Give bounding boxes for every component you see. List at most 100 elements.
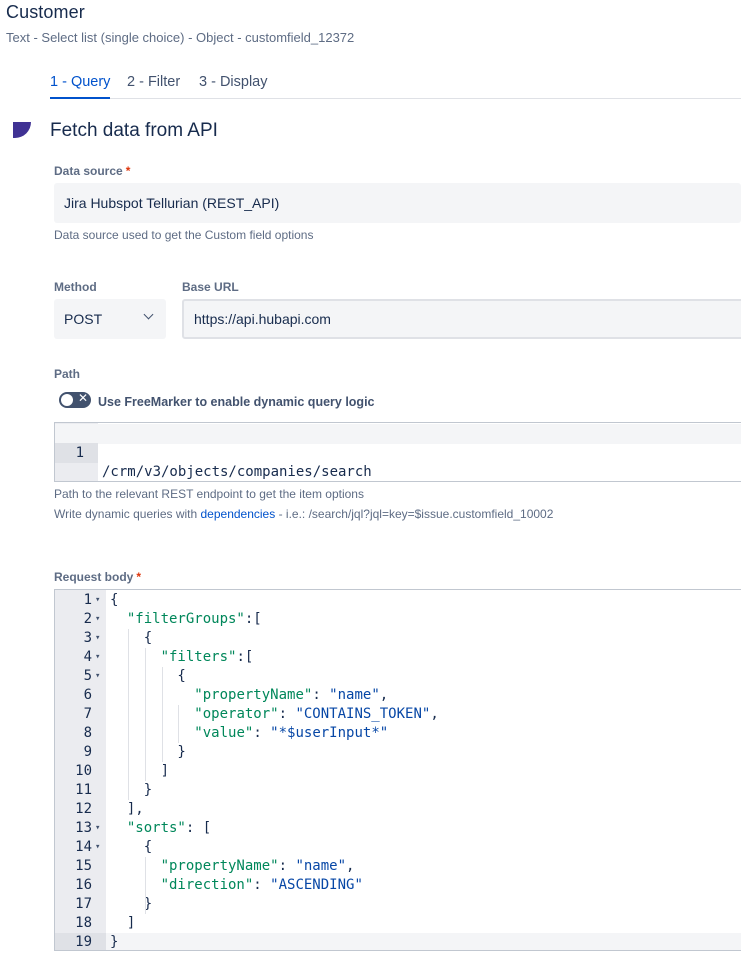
line-number: 9 [83,744,92,760]
method-select[interactable]: POST [54,299,166,339]
line-number: 16 [75,877,92,893]
code-line: 8 "value": "*$userInput*" [55,724,741,743]
indent-guide [127,629,129,800]
fold-arrow-icon[interactable]: ▾ [95,838,100,857]
required-mark: * [136,570,142,584]
code-line: 10 ] [55,762,741,781]
indent-guide [161,667,163,762]
fold-arrow-icon[interactable]: ▾ [95,667,100,686]
indent-guide [144,648,146,781]
base-url-input[interactable]: https://api.hubapi.com [182,299,741,339]
tab-query[interactable]: 1 - Query [50,74,111,99]
code-line: 9 } [55,743,741,762]
page-title: Customer [6,2,85,22]
dependencies-link[interactable]: dependencies [201,507,276,521]
code-text: "filterGroups":[ [126,611,262,627]
line-number: 17 [75,896,92,912]
request-body-label-text: Request body [54,570,134,584]
freemarker-toggle-label: Use FreeMarker to enable dynamic query l… [98,395,375,409]
line-number: 10 [75,763,92,779]
toggle-knob [61,394,73,406]
freemarker-toggle[interactable]: ✕ [59,391,91,408]
code-text: { [110,668,186,684]
fold-arrow-icon[interactable]: ▾ [95,648,100,667]
code-text: { [110,592,119,608]
base-url-label: Base URL [182,280,239,294]
request-body-editor[interactable]: 1 ▾{2 ▾ "filterGroups":[3 ▾ {4 ▾ "filters":[… [54,589,741,951]
required-mark: * [125,164,131,178]
code-text: "operator": "CONTAINS_TOKEN", [194,706,439,722]
fold-arrow-icon[interactable]: ▾ [95,819,100,838]
close-icon: ✕ [78,391,89,405]
code-text: ], [110,801,144,817]
code-line: 5 ▾ { [55,667,741,686]
base-url-value: https://api.hubapi.com [194,311,331,327]
fold-arrow-icon[interactable]: ▾ [95,629,100,648]
tab-filter[interactable]: 2 - Filter [127,74,180,99]
code-text: } [110,896,153,912]
chevron-down-icon [143,309,154,320]
data-source-value: Jira Hubspot Tellurian (REST_API) [64,195,280,211]
tab-display[interactable]: 3 - Display [199,74,268,99]
code-line: 17 } [55,895,741,914]
code-line: 12 ], [55,800,741,819]
code-line: 2 ▾ "filterGroups":[ [55,610,741,629]
code-text: "sorts": [ [126,820,212,836]
code-line: 16 "direction": "ASCENDING" [55,876,741,895]
data-source-help: Data source used to get the Custom field… [54,228,314,242]
code-line: 13 ▾ "sorts": [ [55,819,741,838]
data-source-label-text: Data source [54,164,123,178]
code-text: ] [110,915,136,931]
section-title: Fetch data from API [50,120,218,141]
path-editor[interactable]: 1 /crm/v3/objects/companies/search [54,422,741,482]
code-text: } [110,782,153,798]
code-text: "filters":[ [160,649,254,665]
code-text: "propertyName": "name", [194,687,389,703]
line-number: 7 [83,706,92,722]
code-text: "propertyName": "name", [160,858,355,874]
code-text: ] [110,763,170,779]
code-line: 1 ▾{ [55,591,741,610]
code-text: } [110,934,119,950]
indent-guide [178,705,180,743]
code-line: 7 "operator": "CONTAINS_TOKEN", [55,705,741,724]
code-text: "value": "*$userInput*" [194,725,389,741]
path-help: Path to the relevant REST endpoint to ge… [54,487,364,501]
method-label: Method [54,280,97,294]
method-value: POST [64,311,103,327]
code-line: 19} [55,933,741,950]
code-line: 18 ] [55,914,741,933]
path-line: 1 /crm/v3/objects/companies/search [55,424,741,480]
code-text: } [110,744,186,760]
help-suffix: - i.e.: /search/jql?jql=key=$issue.custo… [275,507,554,521]
code-line: 15 "propertyName": "name", [55,857,741,876]
page-subtitle: Text - Select list (single choice) - Obj… [6,30,355,45]
code-line: 14 ▾ { [55,838,741,857]
fold-arrow-icon[interactable]: ▾ [95,610,100,629]
request-body-label: Request body * [54,570,141,584]
section-marker-icon [13,122,31,138]
line-number: 18 [75,915,92,931]
path-help-dependencies: Write dynamic queries with dependencies … [54,507,553,521]
code-text: { [110,839,153,855]
code-text: "direction": "ASCENDING" [160,877,363,893]
code-line: 4 ▾ "filters":[ [55,648,741,667]
line-number: 15 [75,858,92,874]
path-line-number: 1 [55,443,98,463]
line-number: 11 [75,782,92,798]
code-text: { [110,630,153,646]
path-code: /crm/v3/objects/companies/search [102,464,372,480]
code-line: 6 "propertyName": "name", [55,686,741,705]
help-prefix: Write dynamic queries with [54,507,201,521]
data-source-label: Data source * [54,164,130,178]
line-number: 12 [75,801,92,817]
code-line: 3 ▾ { [55,629,741,648]
code-line: 11 } [55,781,741,800]
tab-bar: 1 - Query 2 - Filter 3 - Display [50,74,741,99]
data-source-select[interactable]: Jira Hubspot Tellurian (REST_API) [54,183,741,223]
path-label: Path [54,367,81,381]
indent-guide [144,857,146,914]
line-number: 6 [83,687,92,703]
fold-arrow-icon[interactable]: ▾ [95,591,100,610]
line-number: 19 [55,933,106,950]
